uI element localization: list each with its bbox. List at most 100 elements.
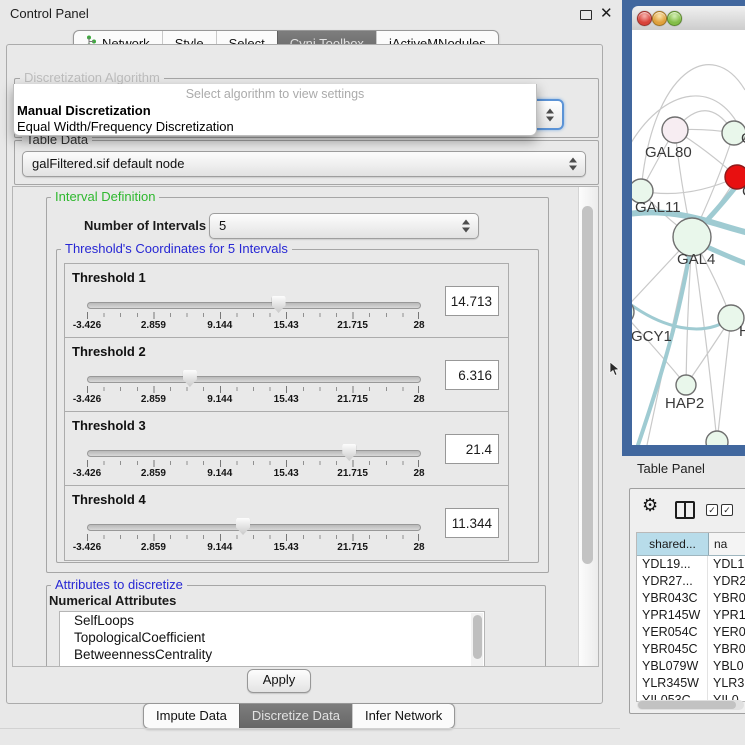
table-data-value: galFiltered.sif default node	[32, 156, 184, 171]
num-intervals-combobox[interactable]: 5	[209, 213, 479, 239]
threshold-1-slider[interactable]: -3.426 2.859 9.144 15.43 21.715 28	[87, 302, 419, 336]
slider-track[interactable]	[87, 376, 421, 383]
cell[interactable]: YLR3	[708, 675, 745, 692]
cell[interactable]: YDL19...	[637, 556, 708, 573]
zoom-traffic-light[interactable]	[667, 11, 682, 26]
table-row[interactable]: YBR045CYBR0	[637, 641, 745, 658]
apply-button[interactable]: Apply	[247, 669, 311, 693]
cell[interactable]: YBL0	[708, 658, 745, 675]
cell[interactable]: YBR0	[708, 590, 745, 607]
threshold-1-panel: Threshold 1 -3.426 2.859 9.144 15.43 21.…	[64, 263, 509, 339]
cell[interactable]: YPR145W	[637, 607, 708, 624]
node-gal80[interactable]	[662, 117, 688, 143]
scrollbar-thumb[interactable]	[473, 615, 482, 659]
table-row[interactable]: YLR345WYLR3	[637, 675, 745, 692]
cell[interactable]: YDR27...	[637, 573, 708, 590]
numerical-attributes-list: SelfLoops TopologicalCoefficient Between…	[59, 611, 485, 667]
threshold-1-value-field[interactable]: 14.713	[445, 286, 499, 316]
gear-icon[interactable]: ⚙	[642, 495, 658, 516]
node-label: GCY1	[632, 328, 672, 345]
cyni-bottom-tabs: Impute Data Discretize Data Infer Networ…	[143, 703, 455, 729]
table-panel-title: Table Panel	[637, 461, 705, 476]
cell[interactable]: YDR2	[708, 573, 745, 590]
tick-label: 28	[413, 542, 424, 553]
list-item[interactable]: TopologicalCoefficient	[60, 629, 484, 646]
threshold-4-value-field[interactable]: 11.344	[445, 508, 499, 538]
split-columns-icon[interactable]	[675, 501, 695, 519]
node-label-partial: H	[739, 323, 745, 340]
slider-thumb[interactable]	[342, 444, 356, 461]
column-header-shared-name[interactable]: shared...	[637, 533, 709, 555]
slider-ticks	[87, 312, 419, 319]
cell[interactable]: YLR345W	[637, 675, 708, 692]
threshold-3-slider[interactable]: -3.426 2.859 9.144 15.43 21.715 28	[87, 450, 419, 484]
threshold-3-label: Threshold 3	[72, 418, 146, 433]
slider-track[interactable]	[87, 302, 421, 309]
panel-title: Control Panel	[10, 6, 89, 21]
tab-impute-data[interactable]: Impute Data	[144, 704, 239, 728]
slider-thumb[interactable]	[236, 518, 250, 535]
dropdown-option-equal-width[interactable]: Equal Width/Frequency Discretization	[17, 119, 234, 134]
tab-infer-network[interactable]: Infer Network	[352, 704, 454, 728]
slider-track[interactable]	[87, 450, 421, 457]
node-hap2[interactable]	[676, 375, 696, 395]
table-header-row: shared... na	[637, 533, 745, 556]
list-scrollbar[interactable]	[471, 613, 483, 667]
threshold-2-value-field[interactable]: 6.316	[445, 360, 499, 390]
list-item[interactable]: BetweennessCentrality	[60, 646, 484, 663]
table-row[interactable]: YPR145WYPR1	[637, 607, 745, 624]
checkbox-icon[interactable]: ✓	[721, 504, 733, 516]
dropdown-option-manual[interactable]: Manual Discretization	[17, 103, 151, 118]
network-canvas[interactable]: GAL80 GA C GAL11 GAL4 GCY1 H HAP2	[632, 30, 745, 445]
cell[interactable]: YER0	[708, 624, 745, 641]
stepper-icon	[546, 108, 555, 121]
tab-discretize-data[interactable]: Discretize Data	[239, 704, 352, 728]
network-window-titlebar[interactable]	[632, 6, 745, 31]
column-header-name[interactable]: na	[709, 533, 745, 555]
mouse-cursor	[609, 362, 620, 377]
table-row[interactable]: YDL19...YDL1	[637, 556, 745, 573]
node-gcy1[interactable]	[632, 300, 634, 324]
tick-label: 9.144	[207, 542, 232, 553]
cell[interactable]: YBR045C	[637, 641, 708, 658]
checkbox-icon[interactable]: ✓	[706, 504, 718, 516]
cell[interactable]: YBR0	[708, 641, 745, 658]
node-bottom[interactable]	[706, 431, 728, 445]
tick-label: 21.715	[337, 320, 368, 331]
slider-thumb[interactable]	[183, 370, 197, 387]
threshold-2-slider[interactable]: -3.426 2.859 9.144 15.43 21.715 28	[87, 376, 419, 410]
threshold-4-slider[interactable]: -3.426 2.859 9.144 15.43 21.715 28	[87, 524, 419, 558]
cell[interactable]: YBL079W	[637, 658, 708, 675]
close-icon[interactable]: ✕	[600, 4, 613, 22]
cell[interactable]: YER054C	[637, 624, 708, 641]
threshold-3-value-field[interactable]: 21.4	[445, 434, 499, 464]
algorithm-group-label: Discretization Algorithm	[20, 71, 164, 85]
cell[interactable]: YPR1	[708, 607, 745, 624]
algorithm-dropdown-popup: Select algorithm to view settings Manual…	[13, 84, 537, 136]
tick-label: 9.144	[207, 468, 232, 479]
float-window-icon[interactable]	[580, 10, 592, 20]
slider-track[interactable]	[87, 524, 421, 531]
table-row[interactable]: YER054CYER0	[637, 624, 745, 641]
cell[interactable]: YBR043C	[637, 590, 708, 607]
num-intervals-label: Number of Intervals	[84, 218, 206, 233]
table-data-combobox[interactable]: galFiltered.sif default node	[22, 151, 586, 177]
settings-scrollbar[interactable]	[578, 187, 598, 666]
close-traffic-light[interactable]	[637, 11, 652, 26]
table-row[interactable]: YBR043CYBR0	[637, 590, 745, 607]
table-row[interactable]: YBL079WYBL0	[637, 658, 745, 675]
tab-label: Infer Network	[365, 708, 442, 723]
scrollbar-thumb[interactable]	[582, 206, 593, 564]
minimize-traffic-light[interactable]	[652, 11, 667, 26]
tick-label: 21.715	[337, 468, 368, 479]
table-horizontal-scrollbar[interactable]	[637, 700, 744, 710]
scrollbar-thumb[interactable]	[638, 701, 736, 709]
num-intervals-value: 5	[219, 218, 226, 233]
dropdown-hint: Select algorithm to view settings	[14, 87, 536, 101]
stepper-icon	[462, 220, 471, 233]
list-item[interactable]: SelfLoops	[60, 612, 484, 629]
slider-thumb[interactable]	[272, 296, 286, 313]
table-row[interactable]: YDR27...YDR2	[637, 573, 745, 590]
network-view-window: GAL80 GA C GAL11 GAL4 GCY1 H HAP2	[622, 0, 745, 456]
cell[interactable]: YDL1	[708, 556, 745, 573]
